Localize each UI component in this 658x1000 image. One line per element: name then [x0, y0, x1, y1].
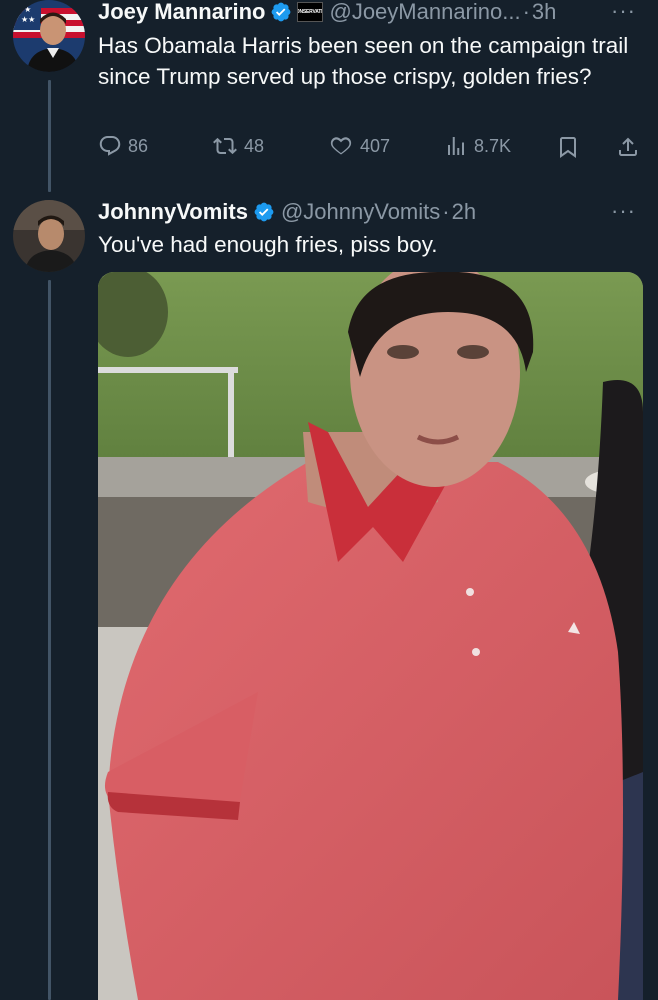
reply-icon	[99, 136, 121, 156]
affiliate-badge-icon[interactable]: CONSERVATIVE	[297, 2, 324, 22]
action-bar: 86 48 407 8.7K	[98, 134, 642, 164]
handle[interactable]: @JoeyMannarino...	[329, 0, 520, 25]
handle[interactable]: @JohnnyVomits	[281, 199, 440, 225]
tweet-header: Joey Mannarino CONSERVATIVE @JoeyMannari…	[98, 0, 556, 25]
tweet-text: Has Obamala Harris been seen on the camp…	[98, 33, 629, 89]
tweet-photo[interactable]	[98, 272, 643, 1000]
repost-count: 48	[244, 135, 265, 156]
like-count: 407	[360, 135, 391, 156]
bookmark-button[interactable]	[556, 134, 586, 160]
svg-text:★★: ★★	[17, 5, 31, 14]
timestamp[interactable]: 2h	[452, 199, 476, 225]
views-icon	[448, 137, 464, 155]
tweet-header: JohnnyVomits @JohnnyVomits · 2h	[98, 199, 476, 225]
thread-line	[48, 280, 51, 1000]
thread-line	[48, 80, 51, 192]
display-name[interactable]: JohnnyVomits	[98, 199, 248, 225]
separator: ·	[442, 199, 450, 224]
like-button[interactable]: 407	[328, 134, 390, 158]
verified-badge-icon	[270, 1, 292, 23]
display-name[interactable]: Joey Mannarino	[98, 0, 265, 25]
views-count: 8.7K	[474, 135, 512, 156]
more-options-icon[interactable]: ···	[611, 198, 636, 224]
svg-text:★★: ★★	[21, 15, 35, 24]
reply-button[interactable]: 86	[98, 134, 148, 158]
avatar[interactable]: ★★ ★★	[13, 0, 85, 72]
tweet-text: You've had enough fries, piss boy.	[98, 232, 438, 257]
views-button[interactable]: 8.7K	[444, 134, 511, 158]
share-icon	[619, 137, 637, 156]
verified-badge-icon	[253, 201, 275, 223]
share-button[interactable]	[616, 134, 646, 160]
avatar[interactable]	[13, 200, 85, 272]
repost-icon	[213, 137, 237, 155]
heart-icon	[330, 137, 352, 155]
bookmark-icon	[560, 137, 576, 158]
reply-count: 86	[128, 135, 149, 156]
repost-button[interactable]: 48	[212, 134, 264, 158]
timestamp[interactable]: 3h	[532, 0, 556, 25]
separator: ·	[522, 0, 530, 24]
more-options-icon[interactable]: ···	[611, 0, 636, 24]
